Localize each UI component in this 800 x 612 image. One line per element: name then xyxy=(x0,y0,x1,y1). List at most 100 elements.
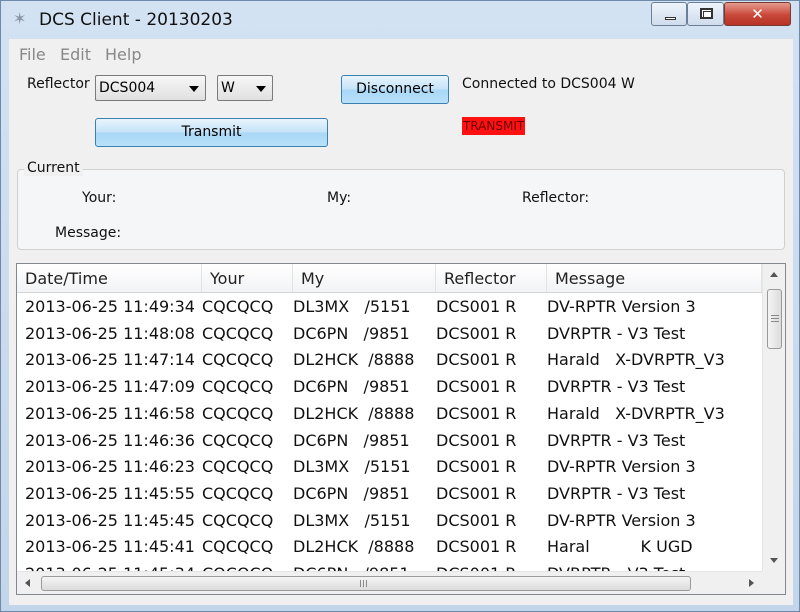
table-row[interactable]: 2013-06-25 11:49:34 CQCQCQ DL3MX /5151 DCS0… xyxy=(17,293,762,320)
cell-my: DC6PN /9851 xyxy=(293,430,410,450)
column-header-message[interactable]: Message xyxy=(547,264,762,292)
log-table[interactable]: Date/Time Your My Reflector Message 2013… xyxy=(16,263,786,595)
client-area: File Edit Help Reflector DCS004 W Discon… xyxy=(9,39,793,605)
scroll-down-icon[interactable] xyxy=(770,558,778,563)
transmit-indicator: TRANSMIT xyxy=(462,117,526,135)
cell-your: CQCQCQ xyxy=(202,537,274,557)
table-row[interactable]: 2013-06-25 11:45:45 CQCQCQ DL3MX /5151 DCS0… xyxy=(17,507,762,534)
cell-my: DC6PN /9851 xyxy=(293,560,410,571)
transmit-button[interactable]: Transmit xyxy=(95,118,328,147)
cell-your: CQCQCQ xyxy=(202,297,274,316)
cell-your: CQCQCQ xyxy=(202,510,274,530)
cell-my: DL2HCK /8888 xyxy=(293,350,415,370)
menu-edit[interactable]: Edit xyxy=(60,45,91,64)
reflector-label: Reflector xyxy=(27,76,90,92)
cell-datetime: 2013-06-25 11:46:58 xyxy=(25,403,195,423)
close-icon: ✕ xyxy=(751,5,764,23)
table-row[interactable]: 2013-06-25 11:46:36 CQCQCQ DC6PN /9851 DCS0… xyxy=(17,427,762,454)
table-row[interactable]: 2013-06-25 11:48:08 CQCQCQ DC6PN /9851 DCS0… xyxy=(17,320,762,347)
cell-datetime: 2013-06-25 11:45:34 xyxy=(25,560,195,571)
reflector-select[interactable]: DCS004 xyxy=(95,75,206,101)
module-select-value: W xyxy=(221,80,235,96)
column-header-my[interactable]: My xyxy=(293,264,436,292)
main-window: ✶ DCS Client - 20130203 ✕ File Edit Help… xyxy=(0,0,800,612)
cell-message: Harald X-DVRPTR_V3 xyxy=(547,403,725,423)
cell-my: DL2HCK /8888 xyxy=(293,403,415,423)
cell-message: DV-RPTR Version 3 xyxy=(547,510,696,530)
table-row[interactable]: 2013-06-25 11:47:09 CQCQCQ DC6PN /9851 DCS0… xyxy=(17,373,762,400)
scroll-up-icon[interactable] xyxy=(770,272,778,277)
app-icon: ✶ xyxy=(13,9,27,28)
cell-reflector: DCS001 R xyxy=(436,430,517,450)
cell-message: DVRPTR - V3 Test xyxy=(547,483,686,503)
maximize-button[interactable] xyxy=(687,2,724,26)
cell-datetime: 2013-06-25 11:48:08 xyxy=(25,323,195,343)
cell-reflector: DCS001 R xyxy=(436,297,517,316)
cell-reflector: DCS001 R xyxy=(436,403,517,423)
vertical-scrollbar[interactable] xyxy=(762,264,785,571)
cell-your: CQCQCQ xyxy=(202,430,274,450)
cell-your: CQCQCQ xyxy=(202,377,274,397)
table-row[interactable]: 2013-06-25 11:45:55 CQCQCQ DC6PN /9851 DCS0… xyxy=(17,480,762,507)
cell-your: CQCQCQ xyxy=(202,483,274,503)
cell-my: DC6PN /9851 xyxy=(293,377,410,397)
cell-datetime: 2013-06-25 11:45:55 xyxy=(25,483,195,503)
chevron-down-icon xyxy=(189,86,199,92)
cell-reflector: DCS001 R xyxy=(436,560,516,571)
reflector-select-value: DCS004 xyxy=(99,80,156,96)
table-header: Date/Time Your My Reflector Message xyxy=(17,264,762,293)
cell-message: DV-RPTR Version 3 xyxy=(547,297,696,316)
cell-datetime: 2013-06-25 11:45:41 xyxy=(25,537,195,557)
cell-datetime: 2013-06-25 11:47:14 xyxy=(25,350,195,370)
current-my-label: My: xyxy=(327,190,352,206)
column-header-datetime[interactable]: Date/Time xyxy=(17,264,202,292)
cell-message: Haral K UGD xyxy=(547,537,693,557)
cell-my: DL3MX /5151 xyxy=(293,457,411,477)
cell-message: DVRPTR - V3 Test xyxy=(547,377,686,397)
table-row[interactable]: 2013-06-25 11:45:34 CQCQCQ DC6PN /9851 DCS0… xyxy=(17,560,762,571)
scroll-corner xyxy=(762,571,785,594)
cell-my: DC6PN /9851 xyxy=(293,323,410,343)
cell-message: Harald X-DVRPTR_V3 xyxy=(547,350,725,370)
minimize-button[interactable] xyxy=(651,2,687,26)
menu-help[interactable]: Help xyxy=(105,45,141,64)
vertical-scroll-thumb[interactable] xyxy=(767,289,782,349)
horizontal-scrollbar[interactable] xyxy=(17,571,762,594)
cell-message: DVRPTR - V3 Test xyxy=(547,323,686,343)
cell-datetime: 2013-06-25 11:45:45 xyxy=(25,510,195,530)
cell-datetime: 2013-06-25 11:46:36 xyxy=(25,430,195,450)
horizontal-scroll-thumb[interactable] xyxy=(41,576,691,591)
cell-my: DL3MX /5151 xyxy=(293,297,411,316)
scroll-right-icon[interactable] xyxy=(749,579,754,587)
module-select[interactable]: W xyxy=(217,75,273,101)
cell-datetime: 2013-06-25 11:49:34 xyxy=(25,297,195,316)
title-bar[interactable]: ✶ DCS Client - 20130203 ✕ xyxy=(1,1,799,39)
column-header-reflector[interactable]: Reflector xyxy=(436,264,547,292)
cell-my: DL3MX /5151 xyxy=(293,510,411,530)
table-row[interactable]: 2013-06-25 11:46:23 CQCQCQ DL3MX /5151 DCS0… xyxy=(17,453,762,480)
table-row[interactable]: 2013-06-25 11:47:14 CQCQCQ DL2HCK /8888 DCS… xyxy=(17,346,762,373)
cell-your: CQCQCQ xyxy=(202,350,274,370)
close-button[interactable]: ✕ xyxy=(724,2,791,26)
cell-your: CQCQCQ xyxy=(202,403,274,423)
cell-reflector: DCS001 R xyxy=(436,350,517,370)
cell-datetime: 2013-06-25 11:46:23 xyxy=(25,457,195,477)
menu-file[interactable]: File xyxy=(19,45,46,64)
column-header-your[interactable]: Your xyxy=(202,264,293,292)
cell-reflector: DCS001 R xyxy=(436,457,517,477)
cell-message: DVRPTR - V3 Test xyxy=(547,560,685,571)
cell-reflector: DCS001 R xyxy=(436,377,517,397)
maximize-icon xyxy=(700,8,713,19)
table-row[interactable]: 2013-06-25 11:45:41 CQCQCQ DL2HCK /8888 DCS… xyxy=(17,533,762,560)
current-reflector-label: Reflector: xyxy=(522,190,590,206)
minimize-icon xyxy=(665,17,676,20)
cell-reflector: DCS001 R xyxy=(436,483,517,503)
cell-reflector: DCS001 R xyxy=(436,510,517,530)
cell-your: CQCQCQ xyxy=(202,457,274,477)
cell-my: DC6PN /9851 xyxy=(293,483,410,503)
disconnect-button[interactable]: Disconnect xyxy=(341,75,449,104)
scroll-left-icon[interactable] xyxy=(25,579,30,587)
cell-my: DL2HCK /8888 xyxy=(293,537,415,557)
current-message-label: Message: xyxy=(55,225,122,241)
table-row[interactable]: 2013-06-25 11:46:58 CQCQCQ DL2HCK /8888 DCS… xyxy=(17,400,762,427)
